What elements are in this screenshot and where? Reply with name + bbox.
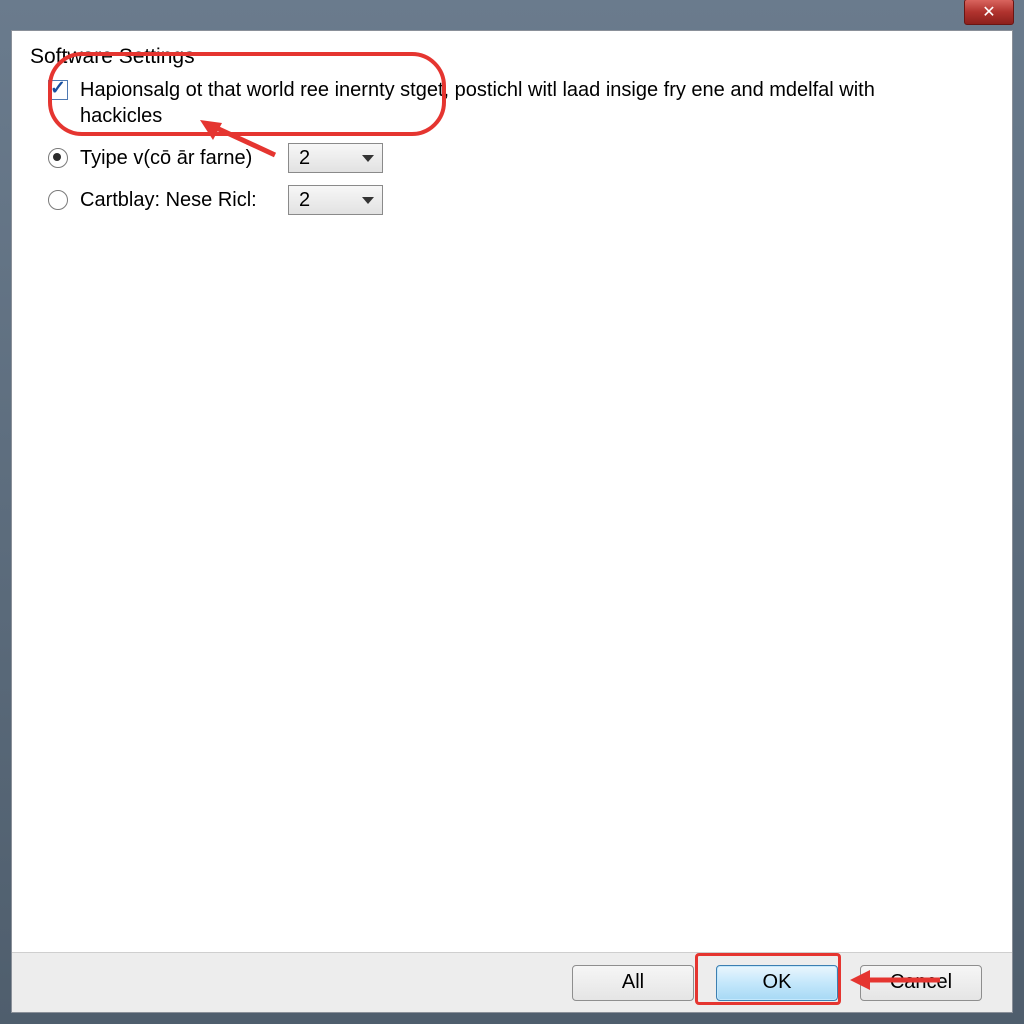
radio-cartblay-label: Cartblay: Nese Ricl: <box>80 189 280 212</box>
dialog-window: ✕ Software Settings Hapionsalg ot that w… <box>0 0 1024 1024</box>
chevron-down-icon <box>362 197 374 204</box>
option-checkbox-row: Hapionsalg ot that world ree inernty stg… <box>30 77 994 129</box>
dropdown-cartblay-value: 2 <box>299 189 310 212</box>
close-button[interactable]: ✕ <box>964 0 1014 25</box>
cancel-button-label: Cancel <box>890 971 952 994</box>
dropdown-cartblay[interactable]: 2 <box>288 185 383 215</box>
dropdown-type[interactable]: 2 <box>288 143 383 173</box>
radio-type-label: Tyipe v(cō ār farne) <box>80 147 280 170</box>
option-checkbox[interactable] <box>48 80 68 100</box>
client-area: Software Settings Hapionsalg ot that wor… <box>11 30 1013 1013</box>
cancel-button[interactable]: Cancel <box>860 965 982 1001</box>
close-icon: ✕ <box>982 2 995 22</box>
section-title: Software Settings <box>30 45 994 69</box>
radio-cartblay[interactable] <box>48 190 68 210</box>
ok-button-label: OK <box>763 971 792 994</box>
all-button-label: All <box>622 971 644 994</box>
radio-row-type: Tyipe v(cō ār farne) 2 <box>30 143 994 173</box>
button-bar: All OK Cancel <box>12 952 1012 1012</box>
all-button[interactable]: All <box>572 965 694 1001</box>
dropdown-type-value: 2 <box>299 147 310 170</box>
content-panel: Software Settings Hapionsalg ot that wor… <box>12 31 1012 952</box>
titlebar[interactable]: ✕ <box>0 0 1024 30</box>
chevron-down-icon <box>362 155 374 162</box>
radio-row-cartblay: Cartblay: Nese Ricl: 2 <box>30 185 994 215</box>
ok-button[interactable]: OK <box>716 965 838 1001</box>
option-checkbox-label: Hapionsalg ot that world ree inernty stg… <box>80 77 880 129</box>
radio-type[interactable] <box>48 148 68 168</box>
